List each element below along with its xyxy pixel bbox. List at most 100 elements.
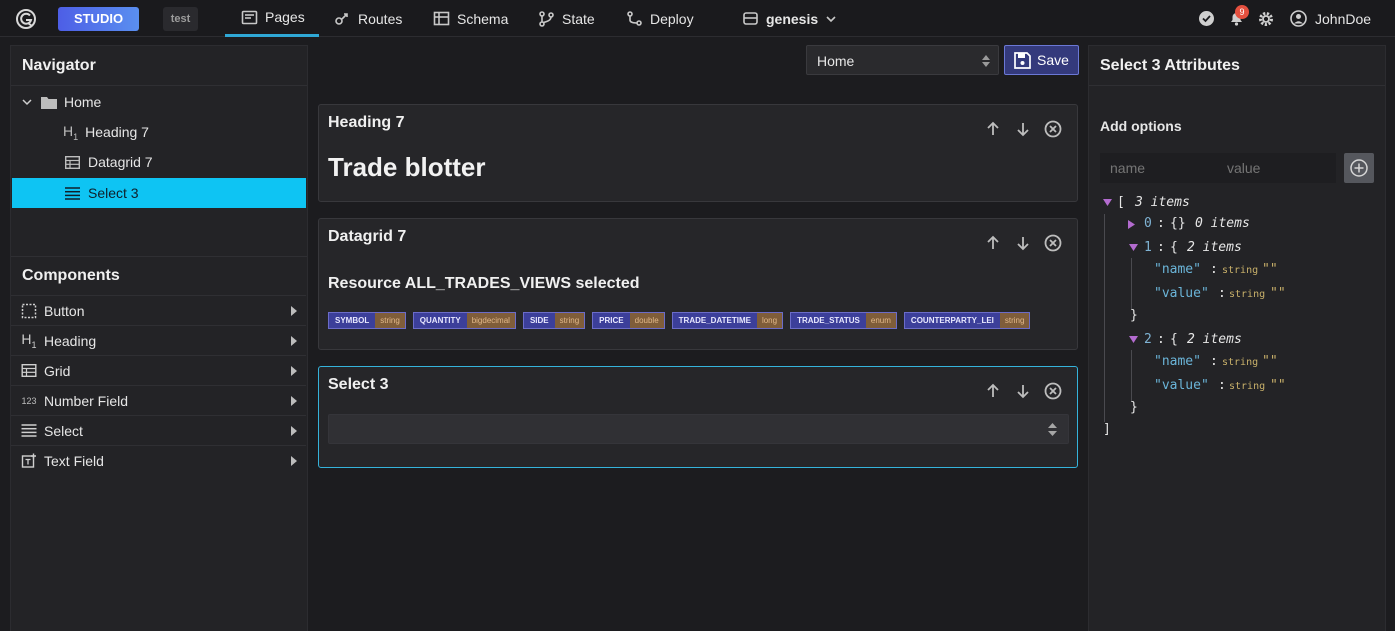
- status-check-button[interactable]: [1198, 0, 1215, 37]
- component-label: Text Field: [44, 452, 104, 469]
- tab-routes[interactable]: Routes: [334, 0, 402, 37]
- save-button[interactable]: Save: [1004, 45, 1079, 75]
- check-circle-icon: [1199, 11, 1214, 26]
- project-selector[interactable]: genesis: [742, 0, 837, 37]
- field-chip: SIDE string: [522, 312, 586, 329]
- option-name-input[interactable]: [1100, 153, 1218, 183]
- tree-item-label: Heading 7: [85, 124, 149, 140]
- card-controls: [983, 381, 1063, 401]
- json-key: "name": [1154, 262, 1201, 277]
- chevron-down-icon[interactable]: [22, 97, 32, 107]
- json-value: "": [1262, 354, 1278, 369]
- remove-circle-icon[interactable]: [1043, 119, 1063, 139]
- caret-down-icon[interactable]: [1103, 199, 1112, 207]
- navigator-title: Navigator: [22, 57, 96, 74]
- page-select-value: Home: [817, 53, 855, 69]
- arrow-down-icon[interactable]: [1013, 119, 1033, 139]
- arrow-down-icon[interactable]: [1013, 381, 1033, 401]
- attributes-title: Select 3 Attributes: [1100, 57, 1240, 74]
- option-input-row: [1100, 153, 1336, 183]
- field-type: string: [999, 313, 1030, 328]
- json-indent-guide: [1131, 258, 1132, 310]
- json-key: "value": [1154, 286, 1209, 301]
- option-value-input[interactable]: [1218, 153, 1336, 183]
- card-title: Heading 7: [328, 114, 405, 131]
- tab-pages[interactable]: Pages: [225, 0, 319, 37]
- settings-button[interactable]: [1257, 0, 1275, 37]
- number-field-icon: 123: [21, 395, 37, 406]
- select-icon: [65, 186, 80, 200]
- sort-arrows-icon: [982, 55, 990, 67]
- json-root-close: ]: [1103, 422, 1111, 437]
- json-type: string: [1229, 381, 1266, 392]
- studio-button[interactable]: STUDIO: [58, 7, 139, 31]
- json-colon: :: [1157, 240, 1165, 255]
- datagrid-card[interactable]: Datagrid 7 Resource ALL_TRADES_VIEWS sel…: [318, 218, 1078, 350]
- notification-count-badge: 9: [1235, 5, 1249, 19]
- environment-badge[interactable]: test: [163, 7, 198, 31]
- button-icon: [21, 303, 37, 318]
- heading-card[interactable]: Heading 7 Trade blotter: [318, 104, 1078, 202]
- field-type: string: [554, 313, 585, 328]
- card-controls: [983, 119, 1063, 139]
- grid-icon: [21, 364, 37, 377]
- tab-schema[interactable]: Schema: [433, 0, 508, 37]
- select-card[interactable]: Select 3: [318, 366, 1078, 468]
- caret-down-icon[interactable]: [1129, 336, 1138, 344]
- tab-state[interactable]: State: [538, 0, 595, 37]
- resource-text: Resource ALL_TRADES_VIEWS selected: [328, 275, 640, 292]
- tree-item-heading-7[interactable]: H1 Heading 7: [12, 117, 306, 147]
- arrow-up-icon[interactable]: [983, 381, 1003, 401]
- arrow-down-icon[interactable]: [1013, 233, 1033, 253]
- tree-item-label: Datagrid 7: [88, 154, 153, 170]
- arrow-up-icon[interactable]: [983, 233, 1003, 253]
- field-chip: SYMBOL string: [328, 312, 406, 329]
- json-index: 0: [1144, 216, 1152, 231]
- select-preview-input[interactable]: [328, 414, 1069, 444]
- routes-icon: [335, 13, 348, 25]
- genesis-logo-icon[interactable]: [14, 7, 38, 31]
- user-name: JohnDoe: [1315, 10, 1372, 27]
- caret-down-icon[interactable]: [1129, 244, 1138, 252]
- heading-icon: H1: [21, 331, 37, 350]
- tree-item-label: Select 3: [88, 185, 139, 201]
- json-brace: {: [1170, 240, 1178, 255]
- field-type: enum: [865, 313, 896, 328]
- divider: [11, 256, 307, 257]
- remove-circle-icon[interactable]: [1043, 381, 1063, 401]
- grid-icon: [65, 155, 80, 169]
- field-name: SYMBOL: [329, 313, 376, 328]
- components-title: Components: [22, 267, 120, 284]
- json-brace-close: }: [1130, 400, 1138, 415]
- json-type: string: [1229, 289, 1266, 300]
- add-option-button[interactable]: [1344, 153, 1374, 183]
- json-key: "value": [1154, 378, 1209, 393]
- tab-deploy[interactable]: Deploy: [626, 0, 694, 37]
- user-menu[interactable]: JohnDoe: [1290, 0, 1371, 37]
- component-heading[interactable]: H1 Heading: [11, 325, 306, 355]
- card-controls: [983, 233, 1063, 253]
- component-select[interactable]: Select: [11, 415, 306, 445]
- component-number-field[interactable]: 123 Number Field: [11, 385, 306, 415]
- field-chip: PRICE double: [592, 312, 665, 329]
- remove-circle-icon[interactable]: [1043, 233, 1063, 253]
- tree-item-home[interactable]: Home: [12, 87, 306, 117]
- arrow-up-icon[interactable]: [983, 119, 1003, 139]
- tab-label: Deploy: [650, 10, 694, 27]
- component-text-field[interactable]: Text Field: [11, 445, 306, 475]
- json-colon: :: [1157, 216, 1165, 231]
- database-icon: [743, 12, 758, 25]
- page-select[interactable]: Home: [806, 45, 999, 75]
- chevron-right-icon: [291, 366, 297, 376]
- tree-item-datagrid-7[interactable]: Datagrid 7: [12, 147, 306, 177]
- component-grid[interactable]: Grid: [11, 355, 306, 385]
- save-icon: [1014, 51, 1031, 69]
- json-key: "name": [1154, 354, 1201, 369]
- caret-right-icon[interactable]: [1128, 220, 1135, 229]
- pages-icon: [241, 10, 258, 24]
- component-button[interactable]: Button: [11, 295, 306, 325]
- tab-label: Schema: [457, 10, 509, 27]
- project-name: genesis: [766, 10, 819, 27]
- field-name: TRADE_DATETIME: [672, 313, 757, 328]
- tree-item-select-3[interactable]: Select 3: [12, 178, 306, 208]
